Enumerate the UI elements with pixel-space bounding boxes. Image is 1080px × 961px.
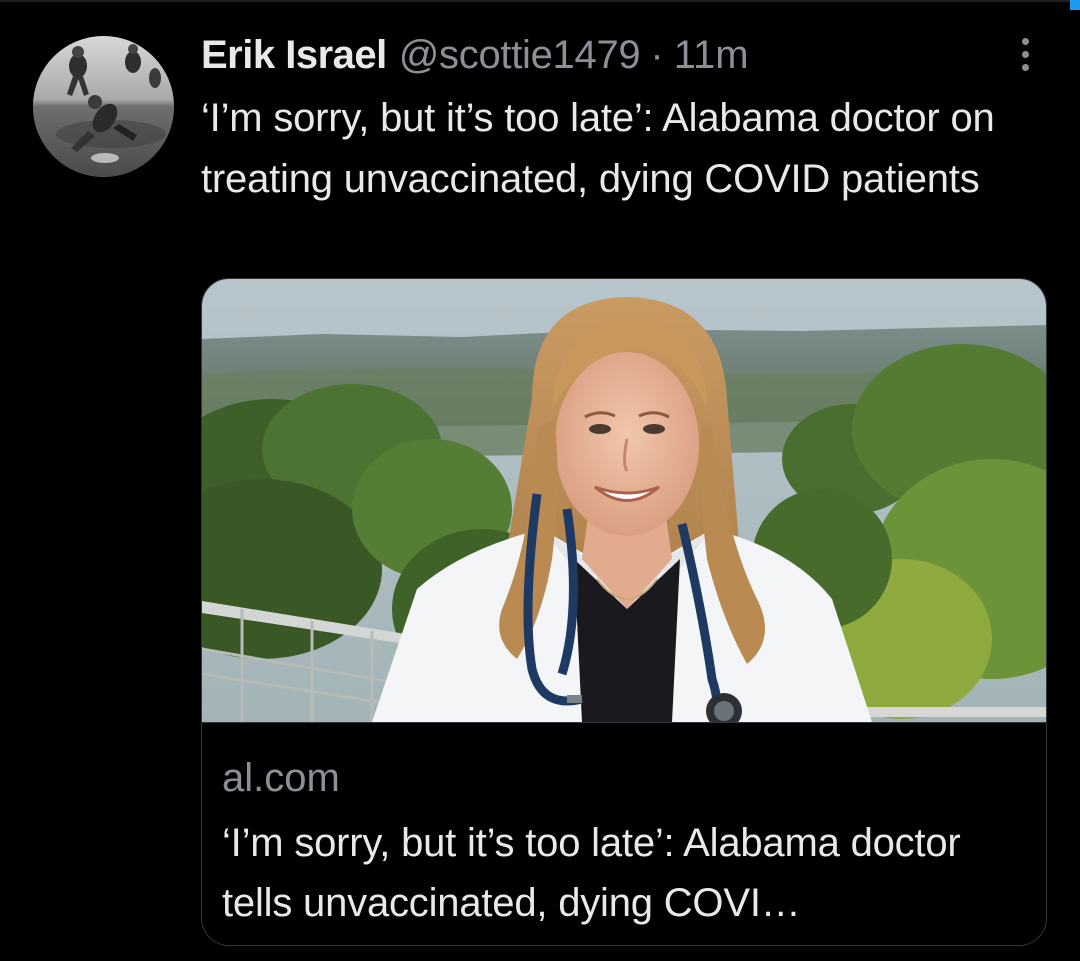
author-name[interactable]: Erik Israel (201, 28, 387, 82)
tweet-text: ‘I’m sorry, but it’s too late’: Alabama … (201, 96, 995, 201)
tweet[interactable]: Erik Israel @scottie1479 · 11m ‘I’m sorr… (0, 0, 1080, 961)
more-dot (1022, 38, 1029, 45)
link-preview-card[interactable]: al.com ‘I’m sorry, but it’s too late’: A… (201, 278, 1047, 946)
card-body: al.com ‘I’m sorry, but it’s too late’: A… (202, 722, 1046, 945)
more-dot (1022, 51, 1029, 58)
tweet-timestamp[interactable]: 11m (674, 28, 749, 82)
avatar[interactable] (33, 36, 174, 177)
author-handle[interactable]: @scottie1479 (399, 28, 641, 82)
card-domain: al.com (222, 756, 340, 800)
tweet-header: Erik Israel @scottie1479 · 11m (201, 28, 749, 82)
more-vertical-icon[interactable] (1010, 34, 1040, 74)
more-dot (1022, 64, 1029, 71)
header-separator: · (650, 33, 664, 77)
card-title: ‘I’m sorry, but it’s too late’: Alabama … (222, 821, 961, 925)
card-image (202, 279, 1046, 722)
